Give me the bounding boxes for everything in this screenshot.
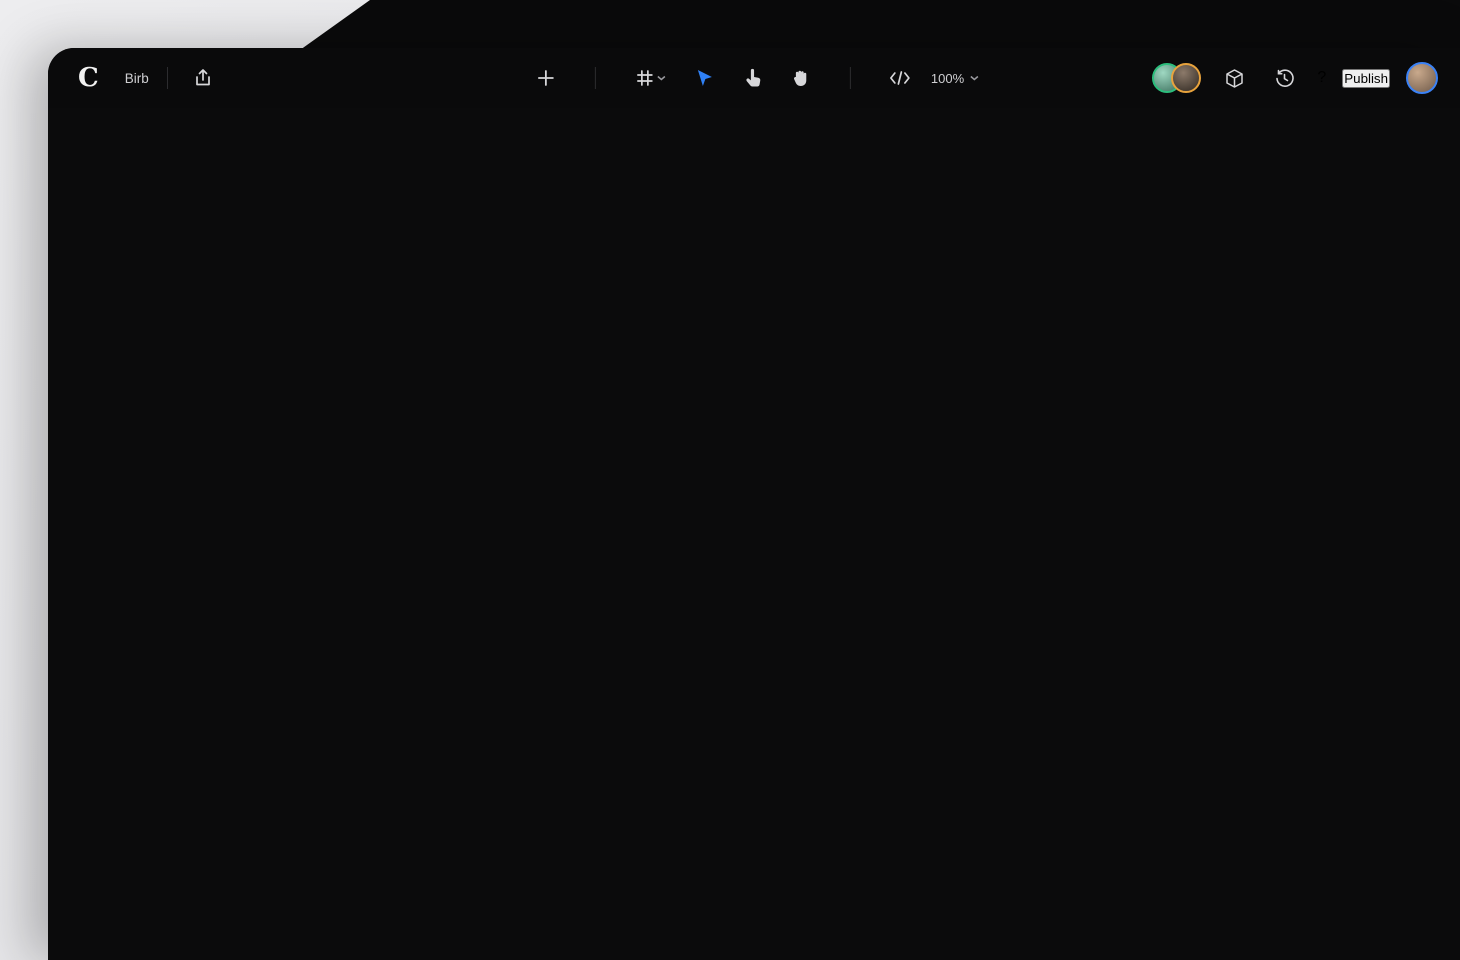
document-title[interactable]: Birb: [125, 71, 149, 86]
collaborator-avatars[interactable]: [1152, 63, 1201, 93]
help-icon[interactable]: ?: [1317, 69, 1326, 87]
divider: [167, 67, 168, 89]
app-window: C Birb: [48, 48, 1460, 960]
divider: [595, 67, 596, 89]
hand-tool-icon[interactable]: [784, 61, 818, 95]
window-top-edge: [300, 0, 1460, 50]
add-frame-icon[interactable]: [529, 61, 563, 95]
zoom-level: 100%: [931, 71, 964, 86]
frame-tool-icon[interactable]: [628, 61, 674, 95]
app-logo[interactable]: C: [78, 63, 99, 93]
avatar-current-user[interactable]: [1406, 62, 1438, 94]
components-package-icon[interactable]: [1217, 61, 1251, 95]
pointer-tool-icon[interactable]: [736, 61, 770, 95]
share-icon[interactable]: [186, 61, 220, 95]
layers-panel: ▾#Main feed navigationNavigation bar map…: [48, 108, 1460, 960]
publish-button[interactable]: Publish: [1342, 69, 1390, 88]
select-tool-icon[interactable]: [688, 61, 722, 95]
avatar-collaborator-orange[interactable]: [1171, 63, 1201, 93]
zoom-control[interactable]: 100%: [931, 71, 979, 86]
toolbar-right: ? Publish: [1152, 61, 1438, 95]
code-icon[interactable]: [883, 61, 917, 95]
divider: [850, 67, 851, 89]
history-icon[interactable]: [1267, 61, 1301, 95]
tool-group: 100%: [529, 61, 979, 95]
toolbar: C Birb: [48, 48, 1460, 108]
